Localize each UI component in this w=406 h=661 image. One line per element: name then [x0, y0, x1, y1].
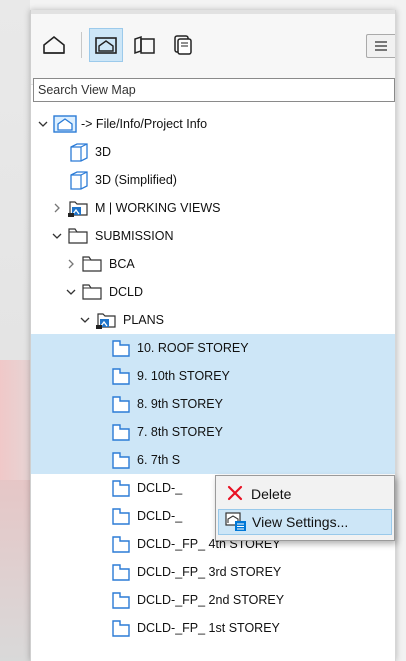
- layout-book-button[interactable]: [127, 28, 161, 62]
- 3d-view-icon: [70, 171, 88, 190]
- folder-icon: [82, 256, 102, 272]
- chevron-right-icon[interactable]: [51, 202, 63, 214]
- tree-item-10th-storey[interactable]: 9. 10th STOREY: [31, 362, 395, 390]
- delete-menu-item[interactable]: Delete: [218, 481, 392, 507]
- tree-item-label: 9. 10th STOREY: [137, 369, 230, 383]
- floor-plan-icon: [112, 620, 130, 637]
- tree-item-label: 7. 8th STOREY: [137, 425, 223, 439]
- publisher-sets-button[interactable]: [165, 28, 199, 62]
- chevron-down-icon[interactable]: [37, 118, 49, 130]
- project-info-icon: [53, 115, 77, 133]
- floor-plan-icon: [112, 340, 130, 357]
- folder-clone-icon: [68, 201, 88, 217]
- project-map-button[interactable]: [37, 28, 71, 62]
- toolbar-separator: [81, 32, 82, 58]
- floor-plan-icon: [112, 564, 130, 581]
- tree-item-plans[interactable]: PLANS: [31, 306, 395, 334]
- tree-item-dcld-1st-storey[interactable]: DCLD-_FP_ 1st STOREY: [31, 614, 395, 642]
- tree-item-label: -> File/Info/Project Info: [81, 117, 208, 131]
- floor-plan-icon: [112, 452, 130, 469]
- chevron-down-icon[interactable]: [51, 230, 63, 242]
- navigator-toolbar: [31, 14, 395, 85]
- chevron-down-icon[interactable]: [79, 314, 91, 326]
- tree-item-3d-simplified[interactable]: 3D (Simplified): [31, 166, 395, 194]
- tree-item-9th-storey[interactable]: 8. 9th STOREY: [31, 390, 395, 418]
- tree-item-label: DCLD-_FP_ 2nd STOREY: [137, 593, 285, 607]
- view-settings-menu-item[interactable]: View Settings...: [218, 509, 392, 535]
- tree-item-label: DCLD-_FP_ 3rd STOREY: [137, 565, 282, 579]
- background-accent: [0, 360, 30, 480]
- hamburger-menu-icon: [375, 41, 387, 51]
- context-menu: Delete View Settings...: [215, 475, 395, 541]
- tree-item-label: DCLD: [109, 285, 144, 299]
- tree-item-project-info[interactable]: -> File/Info/Project Info: [31, 110, 395, 138]
- floor-plan-icon: [112, 508, 130, 525]
- navigator-panel: -> File/Info/Project Info 3D 3D (Simplif…: [30, 10, 396, 661]
- tree-item-label: 10. ROOF STOREY: [137, 341, 249, 355]
- floor-plan-icon: [112, 536, 130, 553]
- folder-icon: [82, 284, 102, 300]
- folder-icon: [68, 228, 88, 244]
- view-settings-icon: [225, 512, 246, 531]
- tree-item-label: BCA: [109, 257, 135, 271]
- delete-x-icon: [227, 485, 243, 501]
- tree-item-label: DCLD-_FP_ 1st STOREY: [137, 621, 280, 635]
- tree-item-dcld-3rd-storey[interactable]: DCLD-_FP_ 3rd STOREY: [31, 558, 395, 586]
- publisher-sets-icon: [174, 35, 192, 55]
- tree-item-label: 3D (Simplified): [95, 173, 177, 187]
- floor-plan-icon: [112, 396, 130, 413]
- tree-item-dcld-2nd-storey[interactable]: DCLD-_FP_ 2nd STOREY: [31, 586, 395, 614]
- delete-label: Delete: [251, 486, 292, 502]
- search-view-map-input[interactable]: [33, 78, 395, 102]
- tree-item-3d[interactable]: 3D: [31, 138, 395, 166]
- tree-item-label: SUBMISSION: [95, 229, 174, 243]
- tree-item-label: 8. 9th STOREY: [137, 397, 223, 411]
- tree-item-roof-storey[interactable]: 10. ROOF STOREY: [31, 334, 395, 362]
- view-map-button[interactable]: [89, 28, 123, 62]
- tree-item-label: 3D: [95, 145, 111, 159]
- layout-book-icon: [134, 35, 155, 55]
- tree-item-submission[interactable]: SUBMISSION: [31, 222, 395, 250]
- floor-plan-icon: [112, 368, 130, 385]
- folder-clone-icon: [96, 313, 116, 329]
- tree-item-label: DCLD-_: [137, 481, 183, 495]
- view-settings-label: View Settings...: [252, 514, 349, 530]
- floor-plan-icon: [112, 480, 130, 497]
- panel-menu-button[interactable]: [366, 34, 395, 58]
- tree-item-8th-storey[interactable]: 7. 8th STOREY: [31, 418, 395, 446]
- tree-item-bca[interactable]: BCA: [31, 250, 395, 278]
- 3d-view-icon: [70, 143, 88, 162]
- tree-item-label: DCLD-_: [137, 509, 183, 523]
- tree-item-label: 6. 7th S: [137, 453, 181, 467]
- view-map-icon: [95, 37, 117, 54]
- floor-plan-icon: [112, 424, 130, 441]
- tree-item-7th-storey[interactable]: 6. 7th S: [31, 446, 395, 474]
- chevron-right-icon[interactable]: [65, 258, 77, 270]
- floor-plan-icon: [112, 592, 130, 609]
- tree-item-working-views[interactable]: M | WORKING VIEWS: [31, 194, 395, 222]
- background-window: [0, 0, 30, 661]
- project-map-icon: [43, 35, 65, 54]
- tree-item-label: M | WORKING VIEWS: [95, 201, 221, 215]
- chevron-down-icon[interactable]: [65, 286, 77, 298]
- tree-item-label: PLANS: [123, 313, 164, 327]
- tree-item-dcld[interactable]: DCLD: [31, 278, 395, 306]
